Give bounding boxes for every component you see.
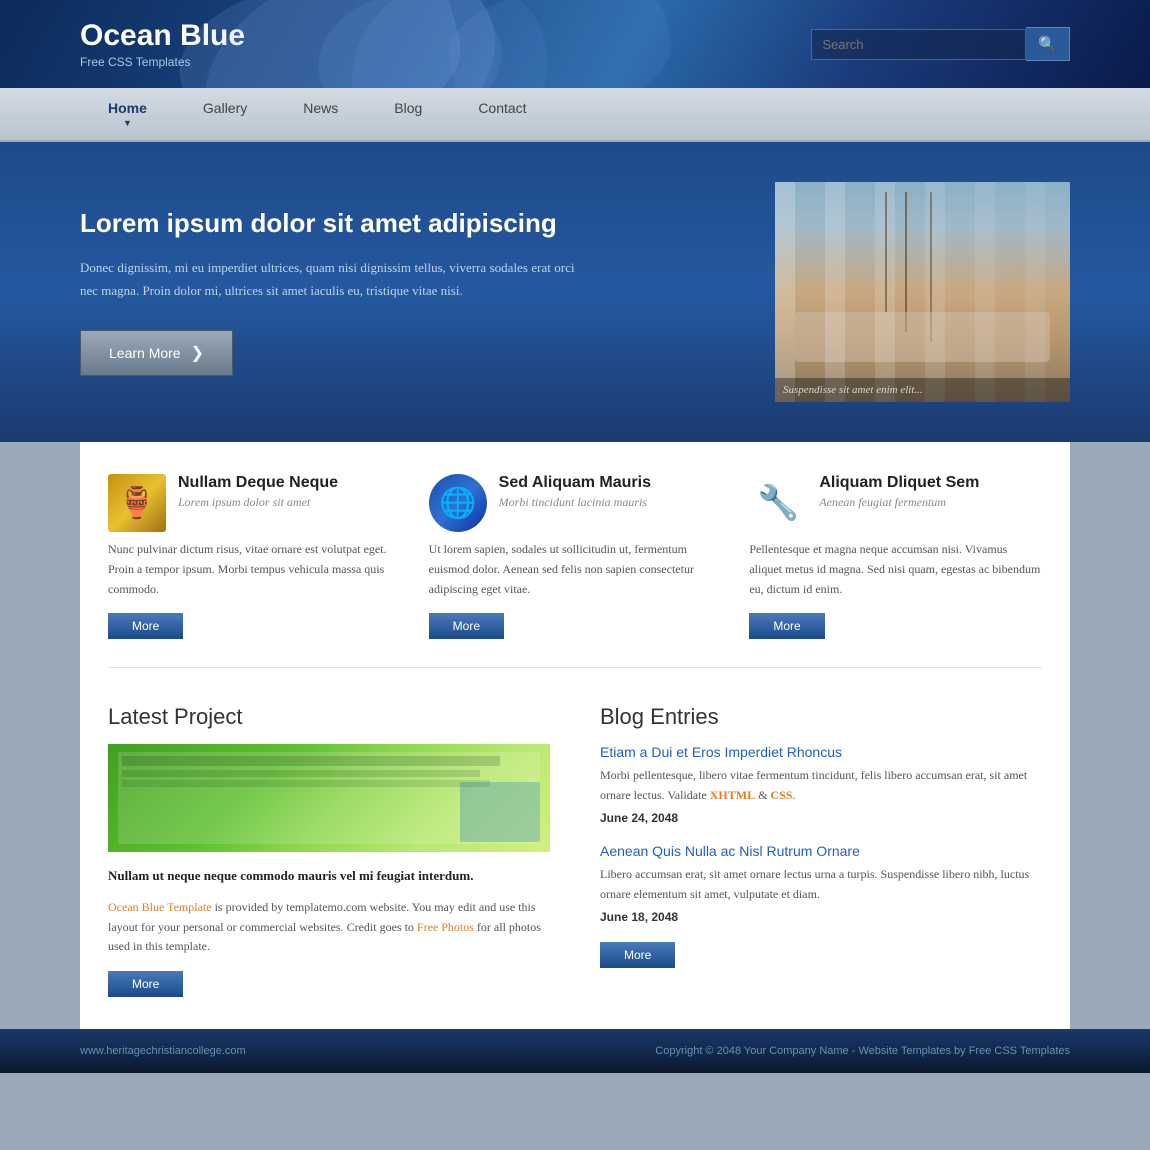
- nav-item-news[interactable]: News: [275, 88, 366, 140]
- feature-col-2: 🌐 Sed Aliquam Mauris Morbi tincidunt lac…: [429, 474, 722, 639]
- latest-project: Latest Project Nullam ut neque neque com…: [108, 704, 550, 997]
- tools-icon: 🔧: [749, 474, 807, 532]
- xhtml-link[interactable]: XHTML: [710, 788, 755, 802]
- blog-entry-2-title[interactable]: Aenean Quis Nulla ac Nisl Rutrum Ornare: [600, 843, 1042, 859]
- project-image: [108, 744, 550, 852]
- hero-description: Donec dignissim, mi eu imperdiet ultrice…: [80, 257, 575, 303]
- learn-more-button[interactable]: Learn More ❯: [80, 330, 233, 376]
- col2-subtitle: Morbi tincidunt lacinia mauris: [499, 495, 651, 510]
- nav-item-contact[interactable]: Contact: [450, 88, 554, 140]
- blog-entry-2-date: June 18, 2048: [600, 910, 1042, 924]
- col2-more-button[interactable]: More: [429, 613, 504, 639]
- search-input[interactable]: [811, 29, 1026, 60]
- footer: www.heritagechristiancollege.com Copyrig…: [0, 1029, 1150, 1073]
- hero-image-caption: Suspendisse sit amet enim elit...: [775, 378, 1070, 402]
- col1-subtitle: Lorem ipsum dolor sit amet: [178, 495, 338, 510]
- blog-section: Blog Entries Etiam a Dui et Eros Imperdi…: [600, 704, 1042, 997]
- project-more-button[interactable]: More: [108, 971, 183, 997]
- search-button[interactable]: 🔍: [1026, 27, 1070, 61]
- blog-entry-1-date: June 24, 2048: [600, 811, 1042, 825]
- nav-item-gallery[interactable]: Gallery: [175, 88, 275, 140]
- col1-title: Nullam Deque Neque: [178, 474, 338, 492]
- blog-entry-2-body: Libero accumsan erat, sit amet ornare le…: [600, 865, 1042, 905]
- globe-icon: 🌐: [429, 474, 487, 532]
- col2-body: Ut lorem sapien, sodales ut sollicitudin…: [429, 540, 722, 599]
- blog-entry-1: Etiam a Dui et Eros Imperdiet Rhoncus Mo…: [600, 744, 1042, 825]
- col2-title: Sed Aliquam Mauris: [499, 474, 651, 492]
- col1-body: Nunc pulvinar dictum risus, vitae ornare…: [108, 540, 401, 599]
- project-free-photos-link[interactable]: Free Photos: [417, 920, 474, 934]
- nav-item-home[interactable]: Home ▼: [80, 88, 175, 140]
- nav-item-blog[interactable]: Blog: [366, 88, 450, 140]
- search-area: 🔍: [811, 27, 1070, 61]
- blog-entry-2: Aenean Quis Nulla ac Nisl Rutrum Ornare …: [600, 843, 1042, 924]
- col3-more-button[interactable]: More: [749, 613, 824, 639]
- col3-body: Pellentesque et magna neque accumsan nis…: [749, 540, 1042, 599]
- project-caption: Nullam ut neque neque commodo mauris vel…: [108, 866, 550, 886]
- col1-more-button[interactable]: More: [108, 613, 183, 639]
- col3-subtitle: Aenean feugiat fermentum: [819, 495, 979, 510]
- bottom-row: Latest Project Nullam ut neque neque com…: [108, 704, 1042, 997]
- features-row: 🏺 Nullam Deque Neque Lorem ipsum dolor s…: [108, 474, 1042, 668]
- hero-title: Lorem ipsum dolor sit amet adipiscing: [80, 208, 575, 239]
- footer-left: www.heritagechristiancollege.com: [80, 1045, 246, 1057]
- blog-more-button[interactable]: More: [600, 942, 675, 968]
- treasure-icon: 🏺: [108, 474, 166, 532]
- blog-section-title: Blog Entries: [600, 704, 1042, 730]
- main-content: 🏺 Nullam Deque Neque Lorem ipsum dolor s…: [80, 442, 1070, 1029]
- project-section-title: Latest Project: [108, 704, 550, 730]
- navigation: Home ▼ Gallery News Blog Contact: [0, 88, 1150, 142]
- col3-title: Aliquam Dliquet Sem: [819, 474, 979, 492]
- project-body: Ocean Blue Template is provided by templ…: [108, 898, 550, 957]
- feature-col-3: 🔧 Aliquam Dliquet Sem Aenean feugiat fer…: [749, 474, 1042, 639]
- footer-right: Copyright © 2048 Your Company Name - Web…: [655, 1045, 1070, 1057]
- css-link[interactable]: CSS: [770, 788, 792, 802]
- project-link-orange[interactable]: Ocean Blue Template: [108, 900, 212, 914]
- hero-text: Lorem ipsum dolor sit amet adipiscing Do…: [80, 208, 625, 377]
- blog-entry-1-title[interactable]: Etiam a Dui et Eros Imperdiet Rhoncus: [600, 744, 1042, 760]
- blog-entry-1-body: Morbi pellentesque, libero vitae ferment…: [600, 766, 1042, 806]
- feature-col-1: 🏺 Nullam Deque Neque Lorem ipsum dolor s…: [108, 474, 401, 639]
- hero-image: Suspendisse sit amet enim elit...: [775, 182, 1070, 402]
- hero-section: Lorem ipsum dolor sit amet adipiscing Do…: [0, 142, 1150, 442]
